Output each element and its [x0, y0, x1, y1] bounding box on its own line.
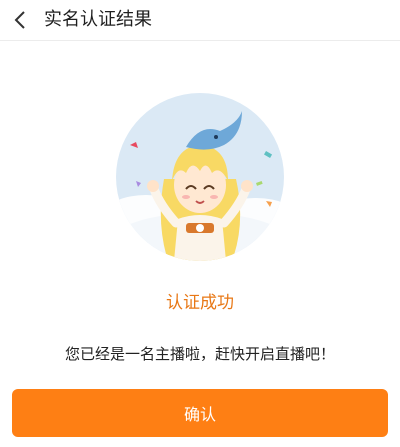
verification-result-screen: 实名认证结果 认证成功 您已经是一名主播啦，赶快开启直播吧！ 确认 — [0, 0, 400, 447]
chevron-left-icon — [14, 11, 25, 29]
back-button[interactable] — [4, 4, 36, 36]
header-bar: 实名认证结果 — [0, 0, 400, 41]
page-title: 实名认证结果 — [44, 9, 152, 30]
success-illustration — [116, 93, 284, 261]
confirm-button[interactable]: 确认 — [12, 389, 388, 437]
result-description: 您已经是一名主播啦，赶快开启直播吧！ — [64, 345, 335, 363]
result-title: 认证成功 — [166, 293, 234, 313]
